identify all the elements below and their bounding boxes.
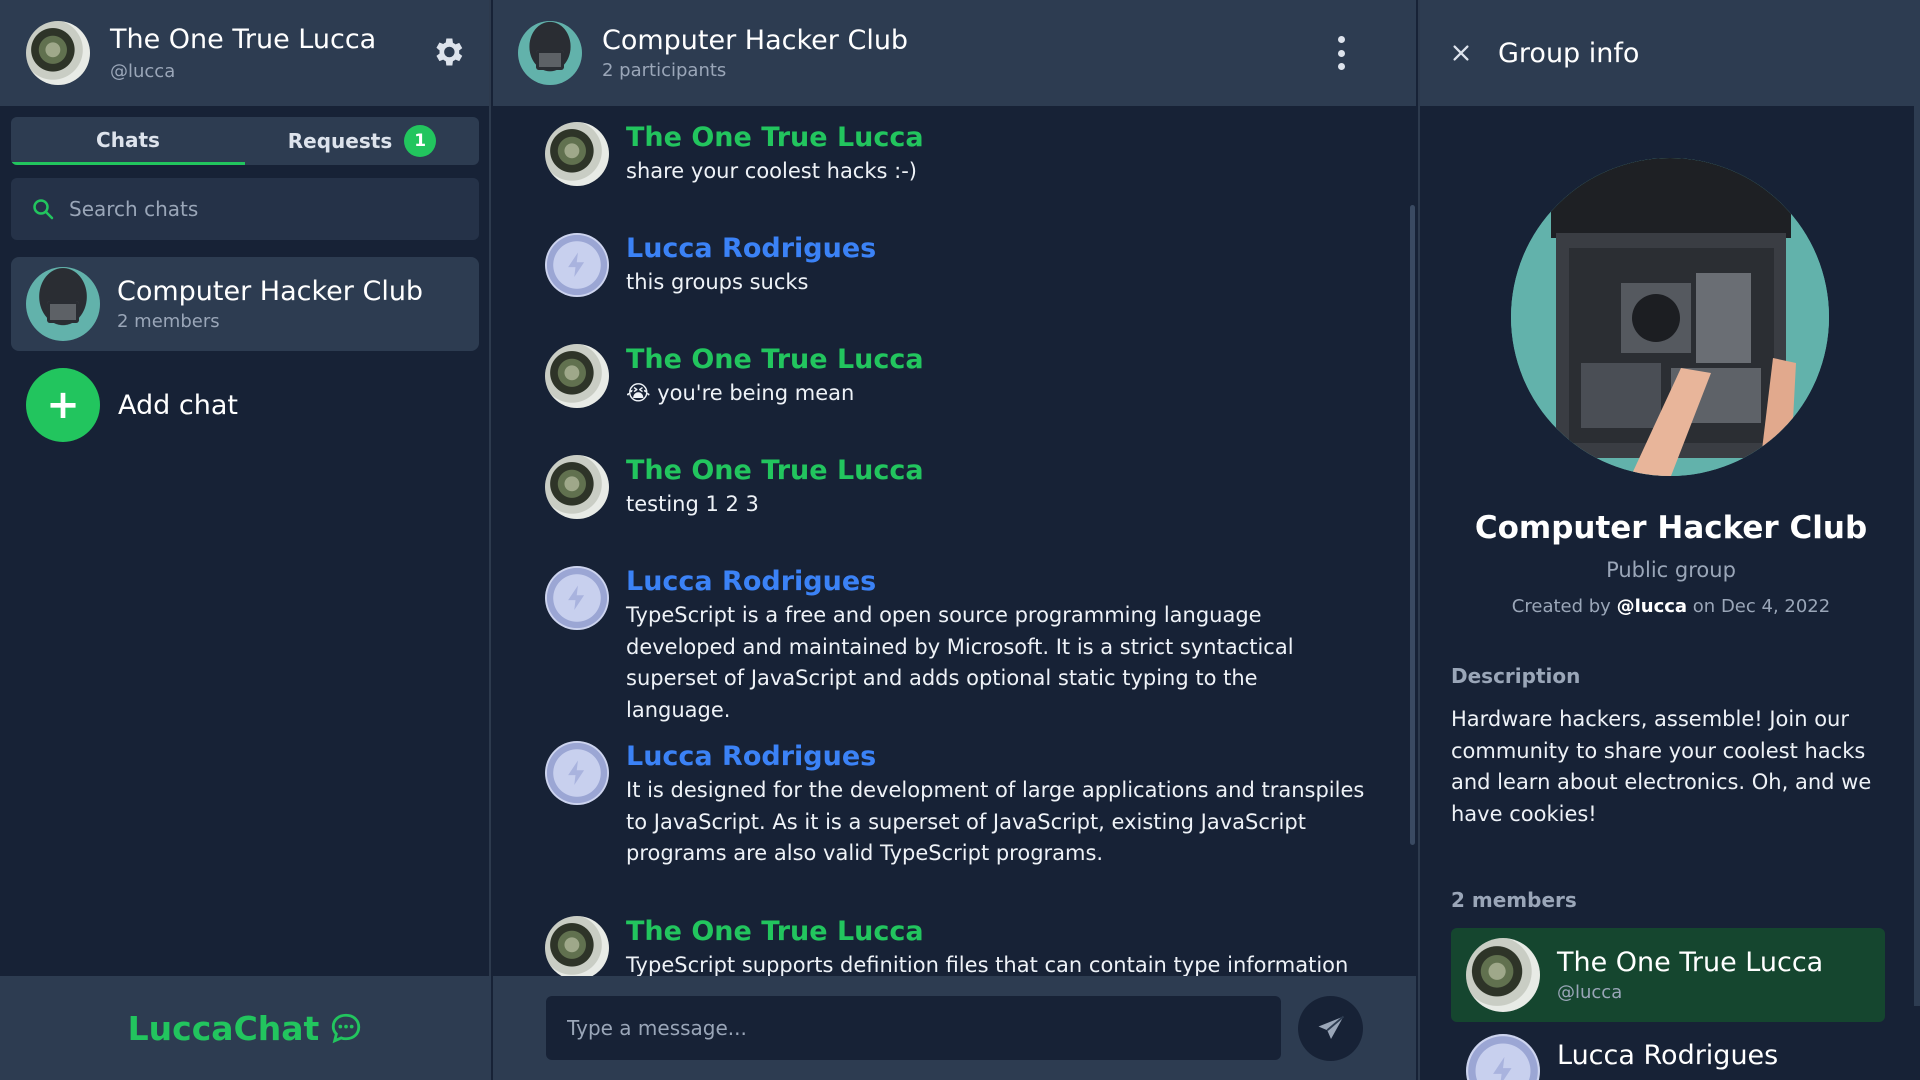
- message-text: TypeScript supports definition files tha…: [626, 953, 1349, 976]
- gear-icon[interactable]: [430, 34, 466, 70]
- member-avatar: [1466, 1034, 1540, 1080]
- chat-title: Computer Hacker Club: [602, 25, 909, 56]
- sender-avatar[interactable]: [545, 566, 609, 630]
- creator-handle[interactable]: @lucca: [1617, 596, 1687, 617]
- message-list[interactable]: The One True Lucca share your coolest ha…: [493, 106, 1416, 976]
- member-item[interactable]: Lucca Rodrigues: [1451, 1024, 1885, 1080]
- requests-count-badge: 1: [404, 125, 437, 157]
- search-icon: [33, 199, 54, 220]
- member-item[interactable]: The One True Lucca @lucca: [1451, 928, 1885, 1022]
- message-sender[interactable]: The One True Lucca: [626, 344, 1366, 376]
- message-sender[interactable]: Lucca Rodrigues: [626, 741, 1366, 773]
- message-sender[interactable]: The One True Lucca: [626, 916, 1366, 948]
- chat-avatar: [26, 267, 100, 341]
- tab-requests-label: Requests: [287, 129, 393, 153]
- group-name: Computer Hacker Club: [1474, 510, 1868, 546]
- message-sender[interactable]: Lucca Rodrigues: [626, 233, 1366, 265]
- close-icon[interactable]: [1450, 42, 1472, 64]
- search-bar: [11, 178, 479, 240]
- user-handle: @lucca: [110, 60, 176, 82]
- group-info-panel: Group info Computer Hacker Club Public g…: [1418, 0, 1920, 1080]
- sender-avatar[interactable]: [545, 344, 609, 408]
- member-name: The One True Lucca: [1557, 947, 1824, 978]
- user-name: The One True Lucca: [110, 24, 377, 56]
- message-scrollbar[interactable]: [1410, 205, 1415, 845]
- lightning-icon: [568, 760, 585, 786]
- chat-tabs: Chats Requests 1: [11, 117, 479, 165]
- profile-header[interactable]: The One True Lucca @lucca: [0, 0, 489, 106]
- lightning-icon: [1493, 1056, 1512, 1080]
- sidebar: The One True Lucca @lucca Chats Requests…: [0, 0, 491, 1080]
- message: Lucca Rodrigues TypeScript is a free and…: [545, 566, 1366, 726]
- message: The One True Lucca testing 1 2 3: [545, 455, 1366, 521]
- lightning-icon: [568, 252, 585, 278]
- group-description: Hardware hackers, assemble! Join our com…: [1451, 707, 1872, 826]
- sender-avatar[interactable]: [545, 455, 609, 519]
- brand-footer: LuccaChat: [0, 976, 491, 1080]
- chat-list-item-subtitle: 2 members: [117, 311, 220, 332]
- send-button[interactable]: [1298, 996, 1363, 1061]
- tab-chats-label: Chats: [96, 127, 160, 152]
- member-handle: @lucca: [1557, 982, 1623, 1003]
- chat-panel: Computer Hacker Club 2 participants The …: [493, 0, 1416, 1080]
- plus-icon[interactable]: +: [26, 368, 100, 442]
- message-text: this groups sucks: [626, 270, 809, 295]
- message-text: testing 1 2 3: [626, 492, 759, 517]
- tab-chats[interactable]: Chats: [11, 117, 245, 165]
- chat-header-avatar[interactable]: [518, 21, 582, 85]
- message: The One True Lucca share your coolest ha…: [545, 122, 1366, 188]
- created-prefix: Created by: [1511, 596, 1611, 617]
- tab-requests[interactable]: Requests 1: [245, 117, 479, 165]
- group-created: Created by @lucca on Dec 4, 2022: [1420, 596, 1920, 617]
- chat-bubble-icon: [332, 1013, 361, 1044]
- brand-logo-text: LuccaChat: [127, 1008, 320, 1048]
- created-date: on Dec 4, 2022: [1692, 596, 1831, 617]
- search-input[interactable]: [69, 197, 449, 221]
- message: Lucca Rodrigues It is designed for the d…: [545, 741, 1366, 870]
- chat-list-item[interactable]: Computer Hacker Club 2 members: [11, 257, 479, 351]
- group-info-title: Group info: [1498, 37, 1640, 69]
- member-avatar: [1466, 938, 1540, 1012]
- sender-avatar[interactable]: [545, 233, 609, 297]
- chat-list-item-title: Computer Hacker Club: [117, 276, 424, 307]
- message-text: TypeScript is a free and open source pro…: [626, 603, 1294, 722]
- laptop-photo-icon: [1511, 158, 1829, 476]
- sender-avatar[interactable]: [545, 741, 609, 805]
- add-chat-button[interactable]: + Add chat: [26, 368, 238, 442]
- message-sender[interactable]: The One True Lucca: [626, 122, 1366, 154]
- message: The One True Lucca 😭 you're being mean: [545, 344, 1366, 410]
- lightning-icon: [568, 585, 585, 611]
- group-photo: [1511, 158, 1829, 476]
- members-label: 2 members: [1451, 888, 1577, 912]
- message-composer: [493, 976, 1416, 1080]
- message: The One True Lucca TypeScript supports d…: [545, 916, 1366, 976]
- panel-scrollbar[interactable]: [1914, 106, 1920, 1006]
- group-type: Public group: [1606, 558, 1736, 582]
- sender-avatar[interactable]: [545, 916, 609, 976]
- sender-avatar[interactable]: [545, 122, 609, 186]
- message-text: 😭 you're being mean: [626, 381, 855, 406]
- more-options-icon[interactable]: [1334, 36, 1348, 70]
- chat-participants: 2 participants: [602, 60, 727, 81]
- group-info-header: Group info: [1420, 0, 1920, 106]
- message: Lucca Rodrigues this groups sucks: [545, 233, 1366, 299]
- user-avatar[interactable]: [26, 21, 90, 85]
- message-input[interactable]: [546, 996, 1281, 1060]
- message-sender[interactable]: The One True Lucca: [626, 455, 1366, 487]
- message-sender[interactable]: Lucca Rodrigues: [626, 566, 1366, 598]
- description-label: Description: [1451, 664, 1581, 688]
- add-chat-label: Add chat: [118, 389, 238, 421]
- message-text: It is designed for the development of la…: [626, 778, 1365, 866]
- send-icon: [1318, 1015, 1344, 1039]
- message-text: share your coolest hacks :-): [626, 159, 917, 184]
- member-name: Lucca Rodrigues: [1557, 1040, 1779, 1071]
- chat-header[interactable]: Computer Hacker Club 2 participants: [493, 0, 1416, 106]
